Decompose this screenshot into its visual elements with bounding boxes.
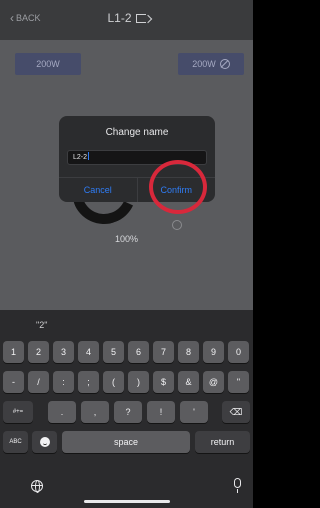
dialog-title: Change name [105, 127, 169, 138]
emoji-icon [39, 437, 50, 447]
power-chip-right[interactable]: 200W [178, 53, 244, 75]
key-symbols-toggle[interactable]: #+= [3, 401, 33, 423]
return-key[interactable]: return [195, 431, 250, 453]
key-1[interactable]: 1 [3, 341, 24, 363]
phone-screen: ‹ BACK L1-2 200W 200W 100% Change name L… [0, 0, 253, 508]
key-ampersand[interactable]: & [178, 371, 199, 393]
delete-key[interactable]: ⌫ [222, 401, 250, 423]
text-caret [88, 152, 90, 160]
keyboard-bottom-bar [0, 470, 253, 508]
power-chip-right-label: 200W [192, 59, 216, 69]
nav-bar: ‹ BACK L1-2 [0, 0, 253, 40]
page-title-text: L1-2 [107, 11, 132, 25]
key-row-3: #+= . , ? ! ' ⌫ [0, 401, 253, 423]
brightness-percent: 100% [114, 234, 139, 244]
key-3[interactable]: 3 [53, 341, 74, 363]
key-open-paren[interactable]: ( [103, 371, 124, 393]
home-indicator[interactable] [84, 500, 170, 503]
suggestion-item[interactable]: "2" [36, 320, 47, 330]
key-semicolon[interactable]: ; [78, 371, 99, 393]
power-chip-left-label: 200W [36, 59, 60, 69]
rename-icon[interactable] [135, 14, 146, 23]
key-6[interactable]: 6 [128, 341, 149, 363]
key-dollar[interactable]: $ [153, 371, 174, 393]
key-row-2: - / : ; ( ) $ & @ " [0, 371, 253, 393]
key-period[interactable]: . [48, 401, 76, 423]
key-9[interactable]: 9 [203, 341, 224, 363]
key-2[interactable]: 2 [28, 341, 49, 363]
key-comma[interactable]: , [81, 401, 109, 423]
backspace-icon: ⌫ [229, 406, 243, 417]
key-colon[interactable]: : [53, 371, 74, 393]
key-5[interactable]: 5 [103, 341, 124, 363]
suggestion-bar: "2" [0, 310, 253, 342]
emoji-key[interactable] [32, 431, 57, 453]
highlight-circle [149, 160, 207, 214]
key-0[interactable]: 0 [228, 341, 249, 363]
power-chip-left[interactable]: 200W [15, 53, 81, 75]
key-close-paren[interactable]: ) [128, 371, 149, 393]
microphone-icon[interactable] [234, 478, 241, 493]
key-4[interactable]: 4 [78, 341, 99, 363]
cancel-button[interactable]: Cancel [59, 178, 137, 202]
key-8[interactable]: 8 [178, 341, 199, 363]
key-question[interactable]: ? [114, 401, 142, 423]
name-input-value: L2-2 [73, 154, 88, 161]
dial-handle[interactable] [172, 220, 182, 230]
key-at[interactable]: @ [203, 371, 224, 393]
key-row-4: ABC space return [0, 431, 253, 453]
space-key[interactable]: space [62, 431, 190, 453]
globe-icon[interactable] [31, 480, 43, 493]
key-7[interactable]: 7 [153, 341, 174, 363]
abc-key[interactable]: ABC [3, 431, 28, 453]
key-hyphen[interactable]: - [3, 371, 24, 393]
power-off-icon [219, 59, 230, 69]
key-apostrophe[interactable]: ' [180, 401, 208, 423]
key-exclamation[interactable]: ! [147, 401, 175, 423]
key-quote[interactable]: " [228, 371, 249, 393]
page-title: L1-2 [0, 11, 253, 25]
key-row-1: 1 2 3 4 5 6 7 8 9 0 [0, 341, 253, 363]
key-slash[interactable]: / [28, 371, 49, 393]
